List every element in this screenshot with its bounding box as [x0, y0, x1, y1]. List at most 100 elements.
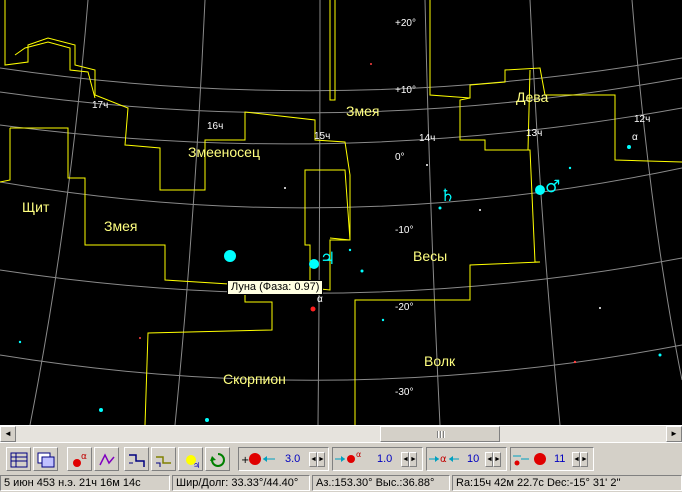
svg-text:♃: ♃ — [193, 461, 200, 469]
svg-text:+: + — [241, 455, 249, 466]
dec-label-0: 0° — [395, 152, 405, 163]
constellation-lines-button[interactable] — [94, 447, 119, 471]
label-scutum: Щит — [22, 199, 50, 215]
magnitude-limit-control: + 3.0 ◄ ► — [238, 447, 329, 471]
rotate-button[interactable] — [205, 447, 230, 471]
svg-text:α: α — [440, 454, 447, 465]
alpha-label-virgo: α — [632, 132, 638, 143]
magnitude-increase-button[interactable]: ► — [317, 452, 325, 467]
dec-line-plus20 — [0, 57, 682, 92]
grid-settings-icon — [10, 452, 28, 468]
horizontal-scrollbar[interactable]: ◄ ► — [0, 425, 682, 442]
ra-label-14h: 14ч — [419, 133, 435, 144]
label-lupus: Волк — [424, 353, 456, 369]
planets-icon: ♃ — [186, 455, 200, 469]
border-serpens-south — [304, 169, 351, 291]
stars — [18, 63, 662, 422]
star-map-canvas[interactable]: Дева Змея Змееносец Щит Змея Весы Волк С… — [0, 0, 682, 425]
constellation-borders-icon — [129, 454, 145, 467]
status-bar: 5 июн 453 н.э. 21ч 16м 14с Шир/Долг: 33.… — [0, 474, 682, 492]
ra-label-16h: 16ч — [207, 121, 223, 132]
star-small — [438, 206, 442, 210]
border-scutum-west — [0, 128, 11, 183]
scroll-grip-icon — [437, 431, 445, 438]
star-alpha-virgo — [627, 145, 631, 149]
ra-label-13h: 13ч — [526, 128, 542, 139]
border-serpens-north — [329, 0, 336, 101]
star-small — [360, 269, 364, 273]
toolbar: α ♃ + 3.0 ◄ ► α 1.0 ◄ ► α 10 ◄ ► 11 ◄ ► — [0, 442, 682, 474]
star-small — [348, 248, 352, 252]
status-date: 5 июн 453 н.э. 21ч 16м 14с — [0, 475, 170, 491]
constellation-borders-button[interactable] — [124, 447, 149, 471]
planets-button[interactable]: ♃ — [178, 447, 203, 471]
constellation-lines-icon — [99, 453, 115, 466]
magnitude-value: 3.0 — [285, 453, 301, 465]
planet-size-icon — [513, 453, 546, 466]
border-ophiuchus-north — [4, 0, 351, 241]
magnitude-decrease-button[interactable]: ◄ — [309, 452, 317, 467]
planet-size-decrease-button[interactable]: ◄ — [572, 452, 580, 467]
svg-text:α: α — [356, 450, 361, 459]
dec-label-plus20: +20° — [395, 18, 416, 29]
ra-line-12h — [631, 0, 682, 381]
mars-symbol-icon[interactable]: ♂ — [545, 177, 560, 197]
jupiter-symbol-icon[interactable]: ♃ — [320, 249, 335, 269]
dec-label-minus10: -10° — [395, 225, 413, 236]
scroll-right-button[interactable]: ► — [666, 426, 682, 442]
label-limit-increase-button[interactable]: ► — [493, 452, 501, 467]
label-ophiuchus: Змееносец — [188, 144, 260, 160]
saturn-symbol-icon[interactable]: ♄ — [440, 186, 455, 206]
star-mars-position — [535, 185, 545, 195]
star-antares — [310, 306, 316, 312]
scroll-thumb[interactable] — [380, 426, 500, 442]
dec-line-minus30 — [0, 344, 682, 381]
star-small — [381, 318, 385, 322]
dec-line-minus10 — [0, 167, 682, 209]
label-limit-icon: α — [429, 454, 459, 465]
planet-size-increase-button[interactable]: ► — [580, 452, 588, 467]
border-libra-corner — [469, 261, 541, 285]
grid-settings-button[interactable] — [6, 447, 31, 471]
star-red-small — [139, 337, 141, 339]
star-size-icon: α — [335, 450, 361, 463]
star-small — [658, 353, 662, 357]
star-small — [479, 209, 481, 211]
star-red-small — [573, 360, 577, 364]
label-limit-control: α 10 ◄ ► — [426, 447, 507, 471]
star-red-small — [370, 63, 372, 65]
border-serpens-inner — [14, 41, 96, 99]
label-scorpius: Скорпион — [223, 371, 286, 387]
dec-label-minus20: -20° — [395, 302, 413, 313]
star-alpha-icon: α — [73, 452, 87, 467]
rotate-icon — [210, 453, 225, 467]
dec-label-minus30: -30° — [395, 387, 413, 398]
scroll-left-button[interactable]: ◄ — [0, 426, 16, 442]
stars-toggle-button[interactable]: α — [67, 447, 92, 471]
star-small — [568, 166, 572, 170]
planet-size-control: 11 ◄ ► — [510, 447, 594, 471]
moon-marker[interactable] — [309, 259, 319, 269]
grid-borders-button[interactable] — [151, 447, 176, 471]
star-size-value: 1.0 — [377, 453, 393, 465]
ra-line-15h — [317, 0, 321, 425]
star-bright — [224, 250, 236, 262]
window-icon — [37, 452, 55, 468]
status-radec: Ra:15ч 42м 22.7с Dec:-15° 31' 2'' — [452, 475, 682, 491]
label-serpens-caput: Змея — [346, 103, 379, 119]
star-size-increase-button[interactable]: ► — [409, 452, 417, 467]
status-latlon: Шир/Долг: 33.33°/44.40° — [172, 475, 310, 491]
star-size-control: α 1.0 ◄ ► — [332, 447, 423, 471]
status-altaz: Аз.:153.30° Выс.:36.88° — [312, 475, 450, 491]
planet-size-value: 11 — [554, 453, 566, 465]
star-small — [18, 340, 22, 344]
border-libra-east — [459, 97, 540, 263]
star-small — [284, 187, 286, 189]
label-limit-decrease-button[interactable]: ◄ — [485, 452, 493, 467]
star-size-decrease-button[interactable]: ◄ — [401, 452, 409, 467]
window-button[interactable] — [33, 447, 58, 471]
star-small — [426, 164, 428, 166]
moon-tooltip: Луна (Фаза: 0.97) — [227, 280, 324, 295]
label-libra: Весы — [413, 248, 447, 264]
ra-label-15h: 15ч — [314, 131, 330, 142]
